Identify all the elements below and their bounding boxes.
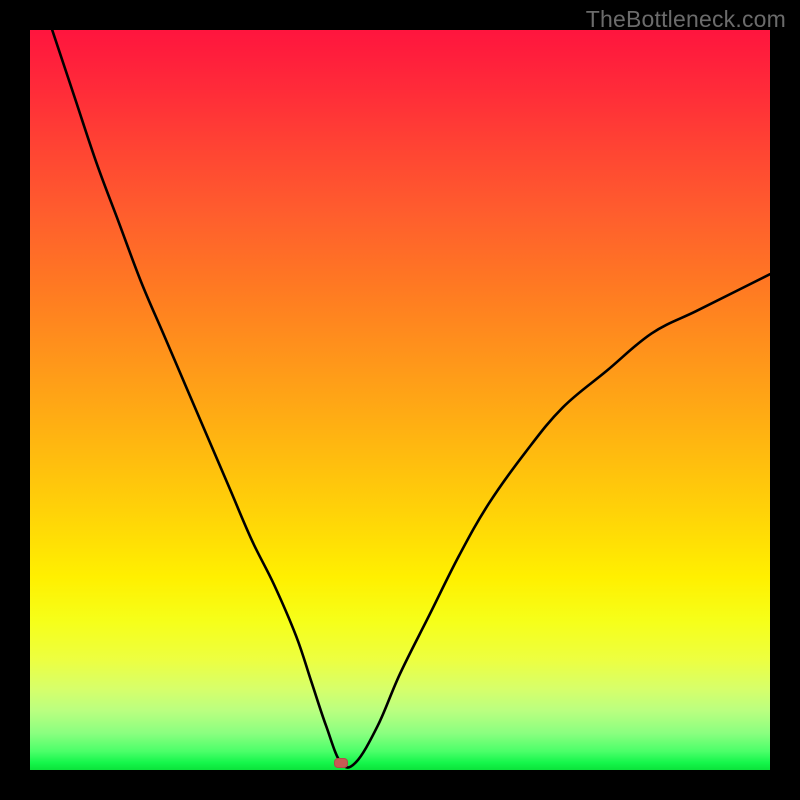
watermark-text: TheBottleneck.com (586, 6, 786, 33)
bottleneck-curve (30, 30, 770, 770)
chart-frame: TheBottleneck.com (0, 0, 800, 800)
optimum-marker (334, 758, 348, 768)
plot-area (30, 30, 770, 770)
